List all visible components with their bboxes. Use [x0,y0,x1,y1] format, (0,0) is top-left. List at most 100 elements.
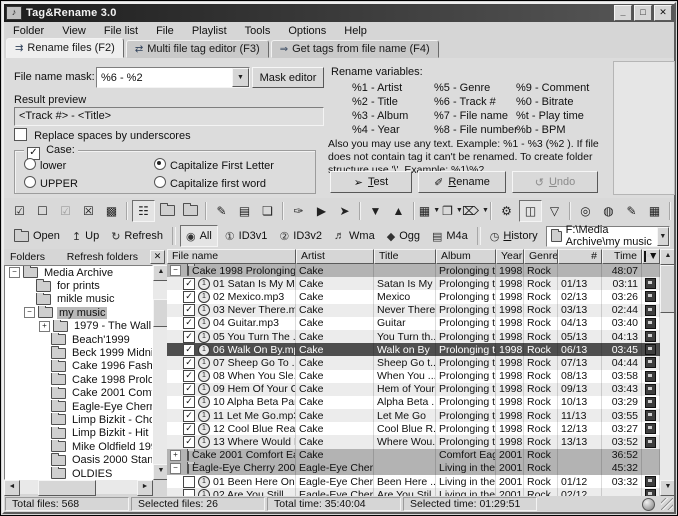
closed-folder-button[interactable] [180,201,201,221]
group-row[interactable]: +Cake 2001 Comfort EagleCakeComfort Eagl… [167,449,660,462]
menu-help[interactable]: Help [335,23,376,39]
minimize-button[interactable]: _ [614,5,632,21]
list-vertical-scrollbar[interactable]: ▲ ▼ [660,249,674,496]
collapse-icon[interactable]: − [170,265,181,276]
id3v2-button[interactable]: ②ID3v2 [274,226,327,246]
play-selected-button[interactable]: ➤ [334,201,355,221]
collapse-icon[interactable]: − [170,463,181,474]
file-row[interactable]: 101 Been Here On...Eagle-Eye CherryBeen … [167,475,660,488]
tab-multi-file-tag-editor-f3[interactable]: ⇄Multi file tag editor (F3) [126,40,269,58]
tree-item-mikle-music[interactable]: mikle music [5,293,152,306]
settings-button[interactable]: ⚙ [496,201,517,221]
column-header-album[interactable]: Album [436,249,496,264]
edit-tag-button[interactable]: ✎ [211,201,232,221]
file-row[interactable]: ✓107 Sheep Go To ...CakeSheep Go t...Pro… [167,356,660,369]
row-checkbox[interactable]: ✓ [183,344,195,356]
tab-rename-files-f2[interactable]: ⇉Rename files (F2) [6,38,124,58]
up-button[interactable]: ↥Up [67,226,104,246]
open-button[interactable]: Open [9,226,65,246]
column-header-artist[interactable]: Artist [296,249,374,264]
replace-spaces-row[interactable]: Replace spaces by underscores [14,128,191,142]
radio-icon[interactable] [154,176,166,188]
file-row[interactable]: ✓111 Let Me Go.mp3CakeLet Me GoProlongin… [167,409,660,422]
tree-item-cake-1998-prolong[interactable]: Cake 1998 Prolong [5,373,152,386]
uncheck-all-button[interactable]: ☐ [32,201,53,221]
id3v1-button[interactable]: ①ID3v1 [220,226,273,246]
file-row[interactable]: ✓106 Walk On By.mp3CakeWalk on ByProlong… [167,343,660,356]
row-checkbox[interactable]: ✓ [183,423,195,435]
group-row[interactable]: −Eagle-Eye Cherry 2001 Liv...Eagle-Eye C… [167,462,660,475]
test-button[interactable]: ➢Test [330,171,412,193]
cover-art-button[interactable]: ▦▼ [419,201,440,221]
path-combo[interactable]: F:\Media Archive\my music▼ [546,226,670,247]
column-header-year[interactable]: Year [496,249,524,264]
tree-item-eagle-eye-cherry-2[interactable]: Eagle-Eye Cherry 2 [5,400,152,413]
ogg-button[interactable]: ◆Ogg [382,226,425,246]
menu-file-list[interactable]: File list [95,23,147,39]
case-option-upper[interactable]: UPPER [24,176,154,190]
chevron-down-icon[interactable]: ▼ [657,227,669,246]
radio-icon[interactable] [24,176,36,188]
calendar-button[interactable]: ▦ [644,201,665,221]
menu-folder[interactable]: Folder [4,23,53,39]
tree-item-beach-1999[interactable]: Beach'1999 [5,333,152,346]
column-header-[interactable]: # [558,249,602,264]
tree-item-for-prints[interactable]: for prints [5,279,152,292]
history-button[interactable]: ◷History [485,226,543,246]
row-checkbox[interactable]: ✓ [183,331,195,343]
tree-item-1979-the-wall[interactable]: +1979 - The Wall [5,320,152,333]
tree-item-beck-1999-midnite[interactable]: Beck 1999 Midnite [5,346,152,359]
resize-grip[interactable] [661,498,673,510]
tree-item-limp-bizkit-hit-col[interactable]: Limp Bizkit - Hit Col [5,427,152,440]
file-row[interactable]: ✓102 Mexico.mp3CakeMexicoProlonging th..… [167,290,660,303]
tree-vertical-scrollbar[interactable]: ▲ ▼ [153,265,167,480]
scroll-up-icon[interactable]: ▲ [660,249,674,265]
mask-combo[interactable]: %6 - %2 ▼ [96,67,250,88]
file-row[interactable]: ✓103 Never There.m...CakeNever ThereProl… [167,304,660,317]
file-list-options-button[interactable]: ☷ [132,200,155,222]
list-scroll-thumb[interactable] [660,265,674,313]
column-header-title[interactable]: Title [374,249,436,264]
invert-check-button[interactable]: ☒ [78,201,99,221]
move-down-button[interactable]: ▼ [365,201,386,221]
tree-item-my-music[interactable]: −my music [5,306,152,319]
collapse-icon[interactable]: − [24,307,35,318]
row-checkbox[interactable]: ✓ [183,436,195,448]
menu-file[interactable]: File [147,23,183,39]
chevron-down-icon[interactable]: ▼ [232,68,249,87]
play-button[interactable]: ▶ [311,201,332,221]
tree-item-mike-oldfield-1996[interactable]: Mike Oldfield 1996 [5,440,152,453]
tree-item-cake-1996-fashion[interactable]: Cake 1996 Fashion [5,360,152,373]
scroll-down-icon[interactable]: ▼ [660,480,674,496]
menu-playlist[interactable]: Playlist [183,23,236,39]
file-row[interactable]: ✓104 Guitar.mp3CakeGuitarProlonging th..… [167,317,660,330]
file-row[interactable]: ✓113 Where Would I...CakeWhere Wou...Pro… [167,435,660,448]
case-option-lower[interactable]: lower [24,158,154,172]
m4a-button[interactable]: ▤M4a [427,226,473,246]
refresh-folders-button[interactable]: Refresh folders [67,251,148,263]
column-header-genre[interactable]: Genre [524,249,558,264]
row-checkbox[interactable]: ✓ [183,291,195,303]
radio-icon[interactable] [154,158,166,170]
mask-editor-button[interactable]: Mask editor [252,67,324,88]
tab-get-tags-from-file-name-f4[interactable]: ⇒Get tags from file name (F4) [271,40,439,58]
row-checkbox[interactable] [183,476,195,488]
file-row[interactable]: ✓108 When You Sle...CakeWhen You ...Prol… [167,370,660,383]
tree-item-media-archive[interactable]: −Media Archive [5,266,152,279]
pencil-button[interactable]: ✎ [621,201,642,221]
move-up-button[interactable]: ▲ [388,201,409,221]
wma-button[interactable]: ♬Wma [329,226,380,246]
maximize-button[interactable]: □ [634,5,652,21]
rename-button[interactable]: ✐Rename [418,171,506,193]
check-gray-button[interactable]: ☑ [55,201,76,221]
tree-item-oldies[interactable]: OLDIES [5,467,152,480]
case-option-capitalize-first-word[interactable]: Capitalize first word [154,176,312,190]
tree-hscroll-thumb[interactable] [38,480,96,496]
tree-item-oasis-2000-standin[interactable]: Oasis 2000 Standin [5,453,152,466]
close-folders-icon[interactable]: ✕ [150,250,165,264]
file-row[interactable]: ✓105 You Turn The ...CakeYou Turn th...P… [167,330,660,343]
dropdown-caret-icon[interactable]: ▼ [482,207,489,214]
menu-view[interactable]: View [53,23,95,39]
expand-icon[interactable]: + [170,450,181,461]
row-checkbox[interactable]: ✓ [183,357,195,369]
